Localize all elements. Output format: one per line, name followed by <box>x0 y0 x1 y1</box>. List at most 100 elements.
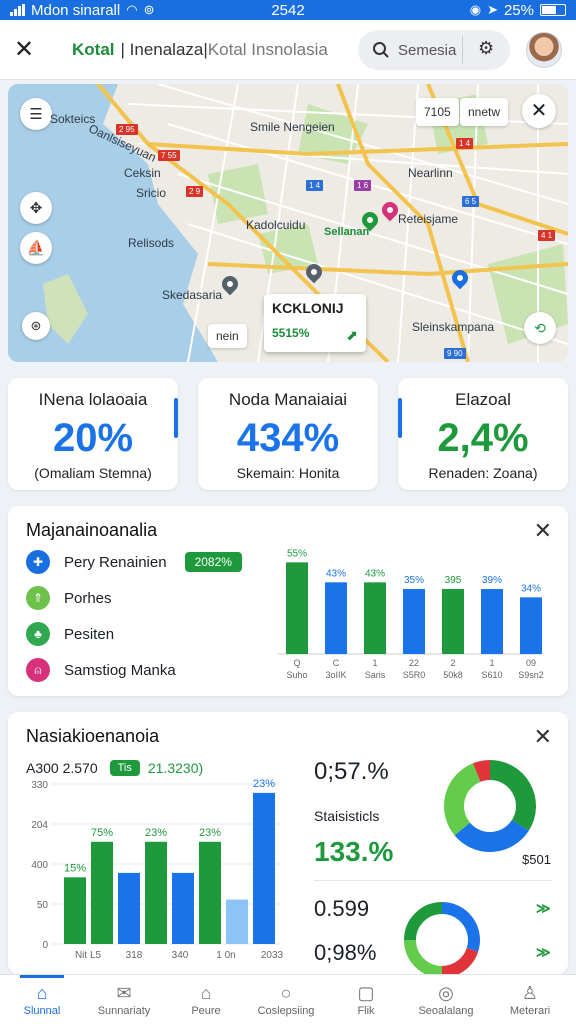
data-label: 43% <box>365 568 385 579</box>
title-mid: | Inenalaza| <box>120 39 208 59</box>
map-label: Sellanan <box>324 226 370 238</box>
road-shield: 6 5 <box>462 196 480 207</box>
donut-chart <box>444 760 536 852</box>
category-label: S5R0 <box>403 670 426 680</box>
close-icon[interactable]: ✕ <box>534 724 552 750</box>
category-label: S610 <box>481 670 502 680</box>
map-info-chip[interactable]: nein <box>208 324 247 348</box>
profile-icon: ♙ <box>521 983 539 1003</box>
avatar[interactable] <box>526 32 562 68</box>
category-label: Nit L5 <box>75 950 102 961</box>
stat-label: Elazoal <box>455 390 511 409</box>
stat-bottom-1: 0.599 <box>314 896 370 921</box>
map-close-icon[interactable]: ✕ <box>522 94 556 128</box>
data-label: 395 <box>445 575 462 586</box>
category-label: 2033 <box>261 950 284 961</box>
map-label: Kadolcuidu <box>246 218 306 232</box>
blue-circle-icon: ✚ <box>26 550 50 574</box>
data-label: 23% <box>199 827 221 839</box>
nav-globe[interactable]: ◎ Seoalalang <box>410 981 482 1017</box>
bottom-nav: ⌂ Slunnal ✉ Sunnariaty ⌂ Peure ○ Cosleps… <box>0 974 576 1024</box>
chevron-double-right-icon[interactable]: ≫ <box>536 944 551 961</box>
category-label: S9sn2 <box>518 670 544 680</box>
data-label: 23% <box>253 778 275 790</box>
road-shield: 7 55 <box>158 150 180 161</box>
y-tick-label: 0 <box>42 940 48 951</box>
tick-label: 09 <box>526 658 536 668</box>
stat-top: 0;57.% <box>314 758 389 785</box>
legend-label: Porhes <box>64 589 112 607</box>
bar <box>442 589 464 654</box>
popup-title: KCKLONIJ <box>272 300 344 316</box>
stat-sub: (Omaliam Stemna) <box>34 465 152 481</box>
map-label: Reteisjame <box>398 212 459 226</box>
bar <box>286 562 308 654</box>
chevron-double-right-icon[interactable]: ≫ <box>536 900 551 917</box>
stat-value: 434% <box>236 416 340 460</box>
map-popup[interactable]: KCKLONIJ 5515% ⬈ <box>264 294 366 352</box>
legend-item[interactable]: ♣ Pesiten <box>26 622 114 646</box>
menu-icon[interactable]: ☰ <box>20 98 52 130</box>
legend-item[interactable]: ✚ Pery Renainien 2082% <box>26 550 242 574</box>
legend-label: Pesiten <box>64 625 115 643</box>
data-label: 35% <box>404 575 424 586</box>
stat-value: 20% <box>52 416 134 460</box>
nav-places[interactable]: ⌂ Peure <box>170 981 242 1017</box>
tick-label: 22 <box>409 658 419 668</box>
y-tick-label: 330 <box>31 780 48 791</box>
map-label: Relisods <box>128 236 175 250</box>
donut-slice <box>489 760 536 831</box>
nav-summary[interactable]: ✉ Sunnariaty <box>88 981 160 1017</box>
close-icon[interactable]: ✕ <box>12 37 36 62</box>
home-icon: ⌂ <box>36 983 48 1003</box>
nav-search[interactable]: ○ Coslepsiing <box>250 981 322 1017</box>
recenter-icon[interactable]: ⟲ <box>524 312 556 344</box>
map-chip-new[interactable]: nnetw <box>460 98 509 126</box>
green-arrows-icon: ⇑ <box>26 586 50 610</box>
bar <box>364 582 386 654</box>
sync-icon: ⊚ <box>143 2 155 17</box>
compass-icon[interactable]: ⊛ <box>22 312 50 340</box>
stat-card[interactable]: INena lolaoaia 20% (Omaliam Stemna) <box>8 378 178 490</box>
map-label: Ceksin <box>124 166 161 180</box>
category-label: Saris <box>365 670 386 680</box>
external-link-icon[interactable]: ⬈ <box>346 327 358 344</box>
nav-home[interactable]: ⌂ Slunnal <box>6 975 78 1017</box>
places-icon: ⌂ <box>200 983 212 1003</box>
donut-slice <box>441 902 480 952</box>
bar <box>325 582 347 654</box>
stat-card[interactable]: Noda Manaiaiai 434% Skemain: Honita <box>198 378 378 490</box>
tick-label: C <box>333 658 340 668</box>
road-shield: 4 1 <box>538 230 556 241</box>
category-label: Suho <box>286 670 307 680</box>
category-label: 50k8 <box>443 670 463 680</box>
legend-item[interactable]: ⇑ Porhes <box>26 586 112 610</box>
nav-profile[interactable]: ♙ Meterari <box>494 981 566 1017</box>
sail-icon[interactable]: ⛵ <box>20 232 52 264</box>
tick-label: 1 <box>489 658 494 668</box>
popup-value: 5515% <box>272 326 310 340</box>
tick-label: 2 <box>450 658 455 668</box>
gear-icon[interactable]: ⚙ <box>478 38 494 59</box>
nav-label: Seoalalang <box>418 1005 474 1017</box>
brand-name: Kotal <box>72 39 115 59</box>
status-bar: Mdon sinarall ◠ ⊚ 2542 ◉ ➤ 25% <box>0 0 576 20</box>
nav-file[interactable]: ▢ Flik <box>330 981 402 1017</box>
category-label: 318 <box>126 950 143 961</box>
pink-person-icon: ⍝ <box>26 658 50 682</box>
layers-icon[interactable]: ✥ <box>20 192 52 224</box>
map-view[interactable]: ☰ ✥ ⛵ ⊛ ⟲ 7105 nnetw ✕ Sokteics Oanlsise… <box>8 84 568 362</box>
bar <box>520 597 542 654</box>
search-icon: ○ <box>280 983 292 1003</box>
y-tick-label: 50 <box>37 900 49 911</box>
map-chip-zoom[interactable]: 7105 <box>416 98 459 126</box>
stat-card[interactable]: Elazoal 2,4% Renaden: Zoana) <box>398 378 568 490</box>
legend-item[interactable]: ⍝ Samstiog Manka <box>26 658 176 682</box>
road-shield: 2 9 <box>186 186 204 197</box>
search-bar[interactable]: Semesia ⚙ <box>358 30 510 70</box>
green-leaf-icon: ♣ <box>26 622 50 646</box>
nav-label: Sunnariaty <box>97 1005 151 1017</box>
nav-label: Meterari <box>509 1005 551 1017</box>
bar <box>253 792 275 944</box>
stat-label: INena lolaoaia <box>38 390 148 409</box>
